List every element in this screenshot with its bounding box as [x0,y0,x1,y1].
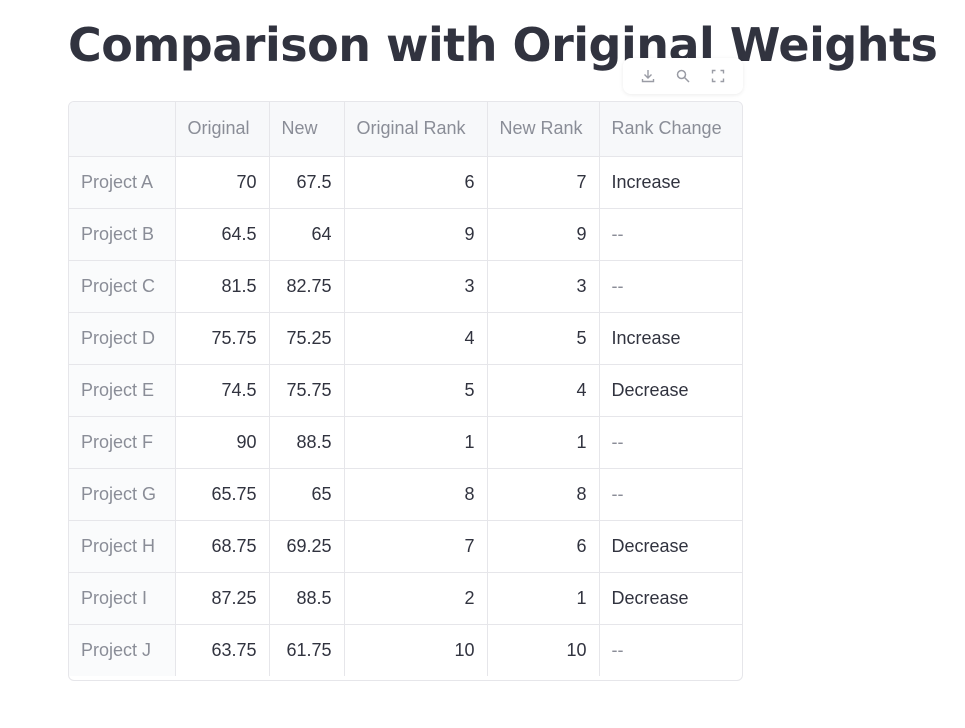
table-row: Project A 70 67.5 6 7 Increase [69,156,742,209]
row-index-cell[interactable]: Project E [69,364,176,417]
rank-change-cell[interactable]: Decrease [599,572,742,625]
original-cell[interactable]: 63.75 [175,624,270,676]
data-table[interactable]: Original New Original Rank New Rank Rank… [68,101,743,681]
new-cell[interactable]: 65 [269,468,345,521]
original-cell[interactable]: 68.75 [175,520,270,573]
search-icon[interactable] [672,65,694,87]
original-rank-cell[interactable]: 8 [344,468,488,521]
column-header-new[interactable]: New [269,102,345,157]
new-cell[interactable]: 61.75 [269,624,345,676]
row-index-cell[interactable]: Project C [69,260,176,313]
rank-change-cell[interactable]: Decrease [599,364,742,417]
new-rank-cell[interactable]: 10 [487,624,600,676]
row-index-cell[interactable]: Project D [69,312,176,365]
new-rank-cell[interactable]: 6 [487,520,600,573]
rank-change-cell[interactable]: -- [599,468,742,521]
new-cell[interactable]: 67.5 [269,156,345,209]
new-rank-cell[interactable]: 9 [487,208,600,261]
new-cell[interactable]: 75.25 [269,312,345,365]
original-rank-cell[interactable]: 3 [344,260,488,313]
table-row: Project J 63.75 61.75 10 10 -- [69,624,742,676]
new-rank-cell[interactable]: 3 [487,260,600,313]
fullscreen-icon[interactable] [707,65,729,87]
rank-change-cell[interactable]: Decrease [599,520,742,573]
rank-change-cell[interactable]: -- [599,208,742,261]
original-rank-cell[interactable]: 10 [344,624,488,676]
original-cell[interactable]: 87.25 [175,572,270,625]
column-header-rank-change[interactable]: Rank Change [599,102,742,157]
row-index-cell[interactable]: Project J [69,624,176,676]
row-index-cell[interactable]: Project I [69,572,176,625]
row-index-cell[interactable]: Project G [69,468,176,521]
rank-change-cell[interactable]: Increase [599,312,742,365]
original-rank-cell[interactable]: 6 [344,156,488,209]
download-icon[interactable] [637,65,659,87]
original-cell[interactable]: 65.75 [175,468,270,521]
column-header-original[interactable]: Original [175,102,270,157]
new-rank-cell[interactable]: 5 [487,312,600,365]
rank-change-cell[interactable]: -- [599,416,742,469]
table-row: Project E 74.5 75.75 5 4 Decrease [69,364,742,417]
new-rank-cell[interactable]: 8 [487,468,600,521]
row-index-cell[interactable]: Project F [69,416,176,469]
original-cell[interactable]: 90 [175,416,270,469]
rank-change-cell[interactable]: -- [599,260,742,313]
new-cell[interactable]: 75.75 [269,364,345,417]
original-cell[interactable]: 74.5 [175,364,270,417]
new-cell[interactable]: 69.25 [269,520,345,573]
row-index-cell[interactable]: Project A [69,156,176,209]
table-row: Project G 65.75 65 8 8 -- [69,468,742,521]
table-row: Project D 75.75 75.25 4 5 Increase [69,312,742,365]
new-rank-cell[interactable]: 1 [487,572,600,625]
page-title: Comparison with Original Weights [68,18,938,72]
new-rank-cell[interactable]: 1 [487,416,600,469]
table-toolbar [623,58,743,94]
original-cell[interactable]: 64.5 [175,208,270,261]
column-header-original-rank[interactable]: Original Rank [344,102,488,157]
table-row: Project B 64.5 64 9 9 -- [69,208,742,261]
new-cell[interactable]: 88.5 [269,416,345,469]
new-cell[interactable]: 64 [269,208,345,261]
original-cell[interactable]: 75.75 [175,312,270,365]
table-row: Project I 87.25 88.5 2 1 Decrease [69,572,742,625]
original-rank-cell[interactable]: 1 [344,416,488,469]
original-rank-cell[interactable]: 2 [344,572,488,625]
original-cell[interactable]: 81.5 [175,260,270,313]
new-cell[interactable]: 82.75 [269,260,345,313]
column-header-new-rank[interactable]: New Rank [487,102,600,157]
column-header-index[interactable] [69,102,176,157]
rank-change-cell[interactable]: -- [599,624,742,676]
original-rank-cell[interactable]: 4 [344,312,488,365]
original-rank-cell[interactable]: 9 [344,208,488,261]
row-index-cell[interactable]: Project H [69,520,176,573]
original-rank-cell[interactable]: 5 [344,364,488,417]
table-row: Project H 68.75 69.25 7 6 Decrease [69,520,742,573]
rank-change-cell[interactable]: Increase [599,156,742,209]
table-row: Project C 81.5 82.75 3 3 -- [69,260,742,313]
row-index-cell[interactable]: Project B [69,208,176,261]
new-rank-cell[interactable]: 4 [487,364,600,417]
table-row: Project F 90 88.5 1 1 -- [69,416,742,469]
new-cell[interactable]: 88.5 [269,572,345,625]
original-rank-cell[interactable]: 7 [344,520,488,573]
table-header-row: Original New Original Rank New Rank Rank… [69,102,742,157]
new-rank-cell[interactable]: 7 [487,156,600,209]
original-cell[interactable]: 70 [175,156,270,209]
